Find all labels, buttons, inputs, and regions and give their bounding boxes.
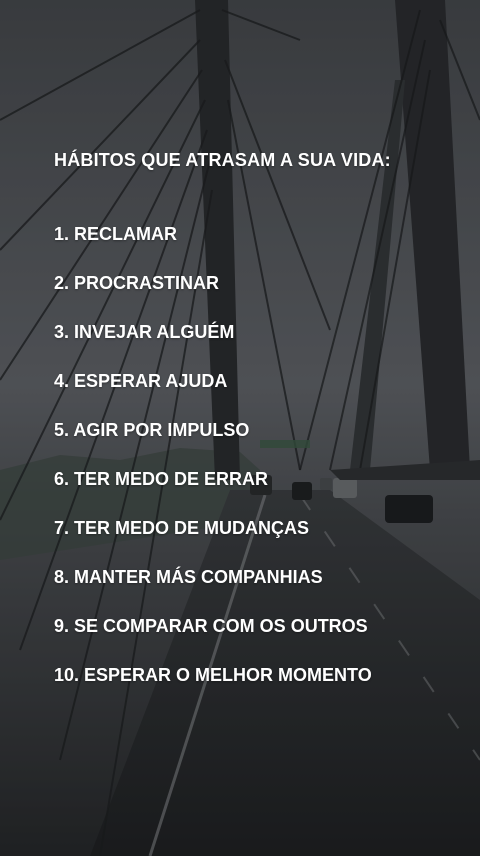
list-item: 2. PROCRASTINAR [54, 273, 220, 293]
text-overlay: HÁBITOS QUE ATRASAM A SUA VIDA: 1. RECLA… [0, 0, 480, 856]
list-item: 4. ESPERAR AJUDA [54, 371, 228, 391]
list-item: 3. INVEJAR ALGUÉM [54, 322, 235, 342]
list-item: 7. TER MEDO DE MUDANÇAS [54, 518, 310, 538]
list-item: 10. ESPERAR O MELHOR MOMENTO [54, 665, 372, 685]
heading: HÁBITOS QUE ATRASAM A SUA VIDA: [54, 150, 391, 170]
list-item: 9. SE COMPARAR COM OS OUTROS [54, 616, 368, 636]
habits-list: 1. RECLAMAR 2. PROCRASTINAR 3. INVEJAR A… [54, 222, 372, 712]
list-item: 1. RECLAMAR [54, 224, 178, 244]
list-item: 5. AGIR POR IMPULSO [54, 420, 250, 440]
list-item: 6. TER MEDO DE ERRAR [54, 469, 269, 489]
list-item: 8. MANTER MÁS COMPANHIAS [54, 567, 323, 587]
